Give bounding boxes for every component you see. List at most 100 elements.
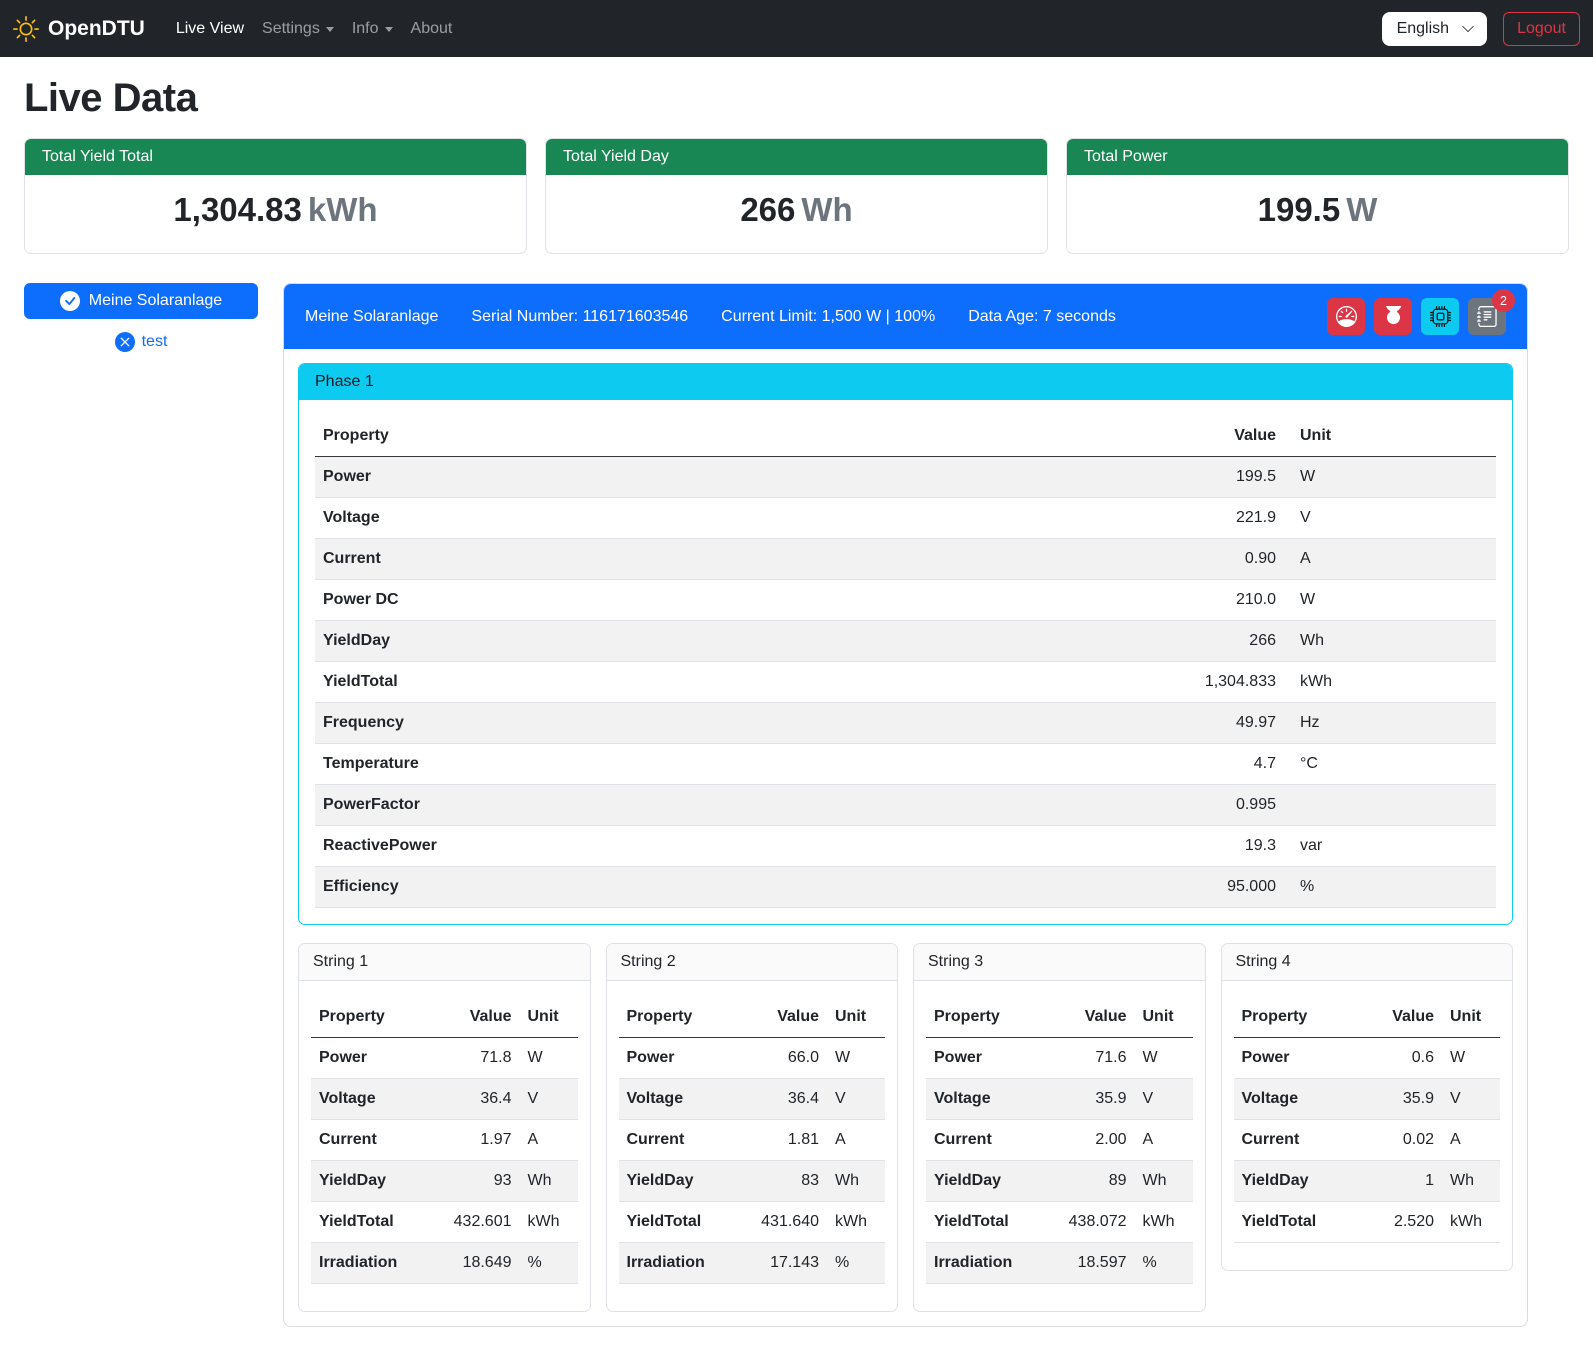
property-cell: Efficiency: [315, 867, 1174, 908]
unit-cell: Wh: [1135, 1161, 1193, 1202]
unit-cell: V: [827, 1079, 885, 1120]
value-cell: 35.9: [1354, 1079, 1442, 1120]
logout-button[interactable]: Logout: [1503, 12, 1580, 46]
table-row: Irradiation17.143%: [619, 1243, 886, 1284]
nav-item-live-view[interactable]: Live View: [167, 12, 253, 46]
strings-row: String 1 Property Value Unit: [298, 943, 1513, 1312]
column-header-value: Value: [739, 997, 827, 1038]
column-header-property: Property: [619, 997, 740, 1038]
inverter-panel-header: Meine Solaranlage Serial Number: 1161716…: [284, 284, 1527, 349]
table-row: Power71.8W: [311, 1038, 578, 1079]
property-cell: Voltage: [926, 1079, 1047, 1120]
value-cell: 35.9: [1047, 1079, 1135, 1120]
nav-item-about[interactable]: About: [402, 12, 462, 46]
property-cell: YieldTotal: [315, 662, 1174, 703]
inverter-sidebar: Meine Solaranlage test: [24, 283, 258, 352]
table-row: Current0.90A: [315, 539, 1496, 580]
string-table-head: Property Value Unit: [619, 997, 886, 1038]
inverter-select-button-meine-solaranlage[interactable]: Meine Solaranlage: [24, 283, 258, 319]
column-header-unit: Unit: [1284, 416, 1496, 457]
unit-cell: V: [520, 1079, 578, 1120]
property-cell: Irradiation: [926, 1243, 1047, 1284]
phase-table-body: Power199.5WVoltage221.9VCurrent0.90APowe…: [315, 457, 1496, 908]
table-row: YieldDay266Wh: [315, 621, 1496, 662]
table-row: Efficiency95.000%: [315, 867, 1496, 908]
nav-links: Live View Settings Info About: [167, 12, 462, 46]
value-cell: 1: [1354, 1161, 1442, 1202]
property-cell: Power: [1234, 1038, 1355, 1079]
string-card-header: String 1: [299, 944, 590, 981]
value-cell: 36.4: [739, 1079, 827, 1120]
table-row: Voltage221.9V: [315, 498, 1496, 539]
unit-cell: Wh: [520, 1161, 578, 1202]
table-row: YieldDay1Wh: [1234, 1161, 1501, 1202]
string-table: Property Value Unit Power0.6WVoltage35.9…: [1234, 997, 1501, 1243]
unit-cell: A: [520, 1120, 578, 1161]
language-select[interactable]: English: [1382, 12, 1487, 46]
language-selected-value: English: [1397, 20, 1449, 37]
summary-card-total-yield-total: Total Yield Total 1,304.83kWh: [24, 138, 527, 254]
nav-item-info[interactable]: Info: [343, 12, 402, 46]
property-cell: Power: [619, 1038, 740, 1079]
table-row: YieldTotal432.601kWh: [311, 1202, 578, 1243]
table-row: YieldDay93Wh: [311, 1161, 578, 1202]
inverter-panel-body: Phase 1 Property Value Unit Power199.5WV…: [284, 349, 1527, 1326]
limit-settings-button[interactable]: [1327, 298, 1365, 335]
string-table-head: Property Value Unit: [311, 997, 578, 1038]
event-log-button[interactable]: 2: [1468, 298, 1506, 335]
inverter-limit: Current Limit: 1,500 W | 100%: [721, 308, 935, 326]
property-cell: Temperature: [315, 744, 1174, 785]
value-cell: 438.072: [1047, 1202, 1135, 1243]
value-cell: 2.00: [1047, 1120, 1135, 1161]
property-cell: ReactivePower: [315, 826, 1174, 867]
table-row: YieldTotal1,304.833kWh: [315, 662, 1496, 703]
column-header-unit: Unit: [520, 997, 578, 1038]
table-row: PowerFactor0.995: [315, 785, 1496, 826]
value-cell: 266: [1174, 621, 1284, 662]
nav-item-label: Live View: [176, 20, 244, 38]
unit-cell: Wh: [1442, 1161, 1500, 1202]
property-cell: YieldTotal: [311, 1202, 432, 1243]
page-title: Live Data: [24, 76, 1569, 121]
column-header-unit: Unit: [1135, 997, 1193, 1038]
table-row: Power66.0W: [619, 1038, 886, 1079]
property-cell: Current: [926, 1120, 1047, 1161]
unit-cell: A: [1442, 1120, 1500, 1161]
summary-card-header: Total Yield Day: [546, 139, 1047, 175]
unit-cell: W: [1135, 1038, 1193, 1079]
inverter-select-link-test[interactable]: test: [24, 332, 258, 352]
string-table-body: Power0.6WVoltage35.9VCurrent0.02AYieldDa…: [1234, 1038, 1501, 1243]
column-header-property: Property: [315, 416, 1174, 457]
value-cell: 221.9: [1174, 498, 1284, 539]
unit-cell: var: [1284, 826, 1496, 867]
nav-item-settings[interactable]: Settings: [253, 12, 343, 46]
property-cell: PowerFactor: [315, 785, 1174, 826]
summary-value: 266: [740, 191, 795, 228]
inverter-panel: Meine Solaranlage Serial Number: 1161716…: [283, 283, 1528, 1327]
property-cell: Voltage: [1234, 1079, 1355, 1120]
unit-cell: °C: [1284, 744, 1496, 785]
table-row: YieldDay83Wh: [619, 1161, 886, 1202]
unit-cell: Hz: [1284, 703, 1496, 744]
value-cell: 1,304.833: [1174, 662, 1284, 703]
table-header-row: Property Value Unit: [619, 997, 886, 1038]
summary-card-body: 199.5W: [1067, 175, 1568, 253]
unit-cell: %: [1135, 1243, 1193, 1284]
brand[interactable]: OpenDTU: [13, 16, 145, 42]
property-cell: YieldTotal: [926, 1202, 1047, 1243]
event-count-badge: 2: [1492, 289, 1515, 312]
table-row: YieldTotal2.520kWh: [1234, 1202, 1501, 1243]
value-cell: 432.601: [432, 1202, 520, 1243]
power-button[interactable]: [1374, 298, 1412, 335]
value-cell: 66.0: [739, 1038, 827, 1079]
page-content: Live Data Total Yield Total 1,304.83kWh …: [0, 76, 1593, 1327]
unit-cell: %: [1284, 867, 1496, 908]
string-table-body: Power71.6WVoltage35.9VCurrent2.00AYieldD…: [926, 1038, 1193, 1284]
string-card-body: Property Value Unit Power66.0WVoltage36.…: [607, 981, 898, 1311]
table-row: Power71.6W: [926, 1038, 1193, 1079]
string-card-4: String 4 Property Value Unit: [1221, 943, 1514, 1271]
unit-cell: W: [1284, 580, 1496, 621]
phase-card: Phase 1 Property Value Unit Power199.5WV…: [298, 363, 1513, 925]
table-row: Irradiation18.597%: [926, 1243, 1193, 1284]
device-info-button[interactable]: [1421, 298, 1459, 335]
